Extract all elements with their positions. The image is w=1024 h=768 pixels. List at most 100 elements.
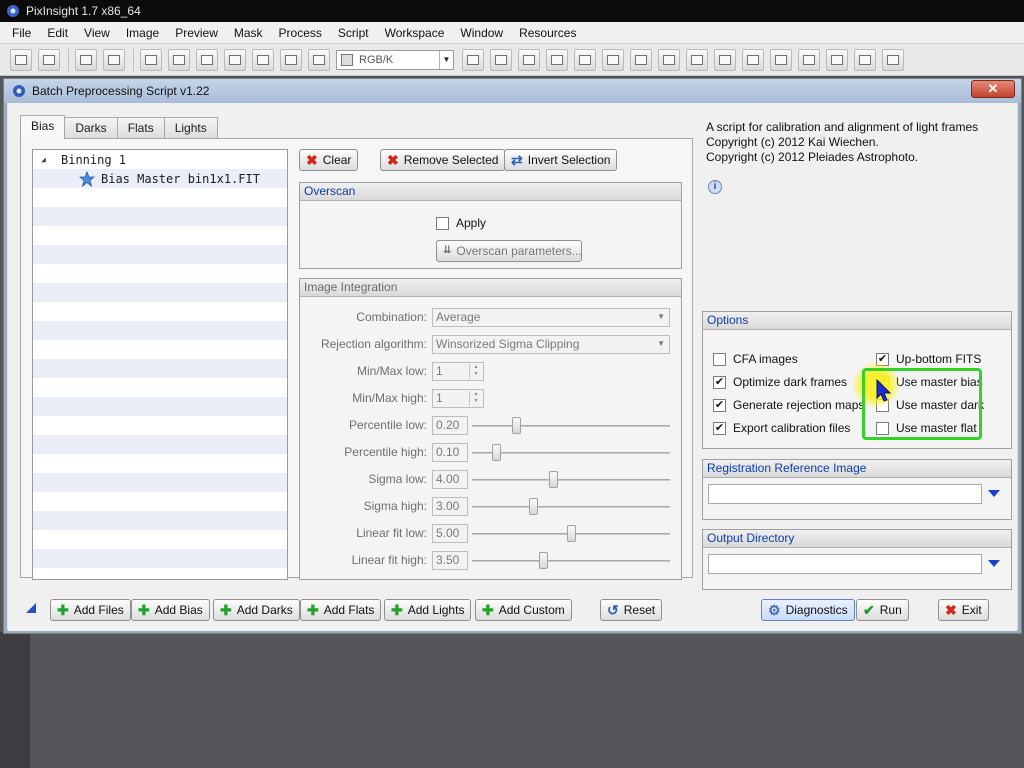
export-calibration-checkbox[interactable]: ✔ Export calibration files (713, 421, 850, 435)
diagnostics-button[interactable]: ⚙ Diagnostics (761, 599, 855, 621)
menu-window[interactable]: Window (452, 22, 511, 44)
overscan-apply-box[interactable] (436, 216, 449, 230)
next-icon[interactable] (630, 48, 652, 71)
slider-thumb[interactable] (539, 551, 549, 569)
histogram-icon[interactable] (798, 48, 820, 71)
linear-low-field[interactable]: 5.00 (432, 523, 468, 543)
info-icon[interactable]: i (708, 180, 722, 194)
spin-arrows-icon[interactable]: ▲ ▼ (469, 363, 482, 379)
script-icon[interactable] (826, 48, 848, 71)
run-button[interactable]: ✔ Run (856, 599, 909, 621)
output-directory-input[interactable] (708, 554, 982, 574)
browse-dropdown-icon[interactable] (988, 560, 1000, 567)
close-button[interactable]: ✕ (971, 80, 1015, 98)
menu-mask[interactable]: Mask (226, 22, 271, 44)
dialog-titlebar[interactable]: Batch Preprocessing Script v1.22 ✕ (4, 79, 1021, 103)
view-mode-icon[interactable] (140, 48, 162, 71)
linear-high-slider[interactable] (472, 551, 670, 570)
menu-resources[interactable]: Resources (511, 22, 584, 44)
spin-arrows-icon[interactable]: ▲ ▼ (469, 390, 482, 406)
rejection-maps-box[interactable]: ✔ (713, 398, 726, 412)
tree-group-row[interactable]: ◢ Binning 1 (33, 150, 287, 169)
mask-icon[interactable] (308, 48, 330, 71)
duplicate-icon[interactable] (103, 48, 125, 71)
menu-edit[interactable]: Edit (39, 22, 76, 44)
menu-image[interactable]: Image (118, 22, 167, 44)
percentile-high-field[interactable]: 0.10 (432, 442, 468, 462)
mask-view-icon[interactable] (252, 48, 274, 71)
menu-file[interactable]: File (4, 22, 39, 44)
clear-button[interactable]: ✖ Clear (299, 149, 359, 171)
add-bias-button[interactable]: ✚ Add Bias (131, 599, 210, 621)
tab-lights[interactable]: Lights (163, 117, 218, 139)
zoom-fit-icon[interactable] (168, 48, 190, 71)
rejection-maps-checkbox[interactable]: ✔ Generate rejection maps (713, 398, 864, 412)
collapse-icon[interactable]: ◢ (41, 155, 51, 164)
new-preview-icon[interactable] (462, 48, 484, 71)
invert-mask-icon[interactable] (280, 48, 302, 71)
sigma-low-field[interactable]: 4.00 (432, 469, 468, 489)
optimize-dark-checkbox[interactable]: ✔ Optimize dark frames (713, 375, 847, 389)
color-space-select[interactable]: RGB/K ▼ (336, 49, 454, 70)
optimize-dark-box[interactable]: ✔ (713, 375, 726, 389)
percentile-high-slider[interactable] (472, 443, 670, 462)
linear-high-field[interactable]: 3.50 (432, 550, 468, 570)
edit-preview-icon[interactable] (490, 48, 512, 71)
undo-icon[interactable] (10, 48, 32, 71)
redo-icon[interactable] (38, 48, 60, 71)
curves-icon[interactable] (770, 48, 792, 71)
restore-preview-icon[interactable] (546, 48, 568, 71)
slider-thumb[interactable] (491, 443, 501, 461)
invert-selection-button[interactable]: ⇄ Invert Selection (504, 149, 618, 171)
tab-bias[interactable]: Bias (20, 115, 66, 139)
slider-thumb[interactable] (511, 416, 521, 434)
registration-path-input[interactable] (708, 484, 982, 504)
exit-button[interactable]: ✖ Exit (938, 599, 989, 621)
tab-flats[interactable]: Flats (116, 117, 165, 139)
extra-icon[interactable] (882, 48, 904, 71)
browse-dropdown-icon[interactable] (988, 490, 1000, 497)
settings-icon[interactable] (854, 48, 876, 71)
resize-corner-icon[interactable] (26, 603, 36, 613)
overscan-parameters-button[interactable]: ⇊ Overscan parameters... (436, 240, 582, 262)
reset-button[interactable]: ↺ Reset (600, 599, 663, 621)
prev-icon[interactable] (602, 48, 624, 71)
hand-icon[interactable] (658, 48, 680, 71)
add-custom-button[interactable]: ✚ Add Custom (475, 599, 572, 621)
add-lights-button[interactable]: ✚ Add Lights (384, 599, 472, 621)
slider-thumb[interactable] (529, 497, 539, 515)
crop-icon[interactable] (714, 48, 736, 71)
add-flats-button[interactable]: ✚ Add Flats (300, 599, 382, 621)
export-calibration-box[interactable]: ✔ (713, 421, 726, 435)
minmax-high-spinbox[interactable]: 1 ▲ ▼ (432, 388, 484, 408)
add-files-button[interactable]: ✚ Add Files (50, 599, 131, 621)
minmax-low-spinbox[interactable]: 1 ▲ ▼ (432, 361, 484, 381)
cfa-images-box[interactable] (713, 352, 726, 366)
store-preview-icon[interactable] (518, 48, 540, 71)
up-bottom-fits-checkbox[interactable]: ✔ Up-bottom FITS (876, 352, 981, 366)
file-tree[interactable]: ◢ Binning 1 Bias Master bin1x1.FIT (32, 149, 288, 580)
stf-icon[interactable] (224, 48, 246, 71)
menu-process[interactable]: Process (271, 22, 330, 44)
menu-workspace[interactable]: Workspace (377, 22, 453, 44)
process-icon[interactable] (686, 48, 708, 71)
slider-thumb[interactable] (567, 524, 576, 542)
linear-low-slider[interactable] (472, 524, 670, 543)
readout-icon[interactable] (196, 48, 218, 71)
combination-select[interactable]: Average ▼ (432, 307, 670, 327)
menu-view[interactable]: View (76, 22, 118, 44)
rejection-select[interactable]: Winsorized Sigma Clipping ▼ (432, 334, 670, 354)
sigma-low-slider[interactable] (472, 470, 670, 489)
menu-preview[interactable]: Preview (167, 22, 226, 44)
remove-selected-button[interactable]: ✖ Remove Selected (380, 149, 506, 171)
slider-thumb[interactable] (549, 470, 559, 488)
sigma-high-slider[interactable] (472, 497, 670, 516)
menu-script[interactable]: Script (330, 22, 377, 44)
resample-icon[interactable] (742, 48, 764, 71)
add-darks-button[interactable]: ✚ Add Darks (213, 599, 300, 621)
sigma-high-field[interactable]: 3.00 (432, 496, 468, 516)
tree-file-row[interactable]: Bias Master bin1x1.FIT (33, 169, 287, 188)
overscan-apply-checkbox[interactable]: Apply (436, 216, 486, 230)
delete-preview-icon[interactable] (574, 48, 596, 71)
image-id-icon[interactable] (75, 48, 97, 71)
